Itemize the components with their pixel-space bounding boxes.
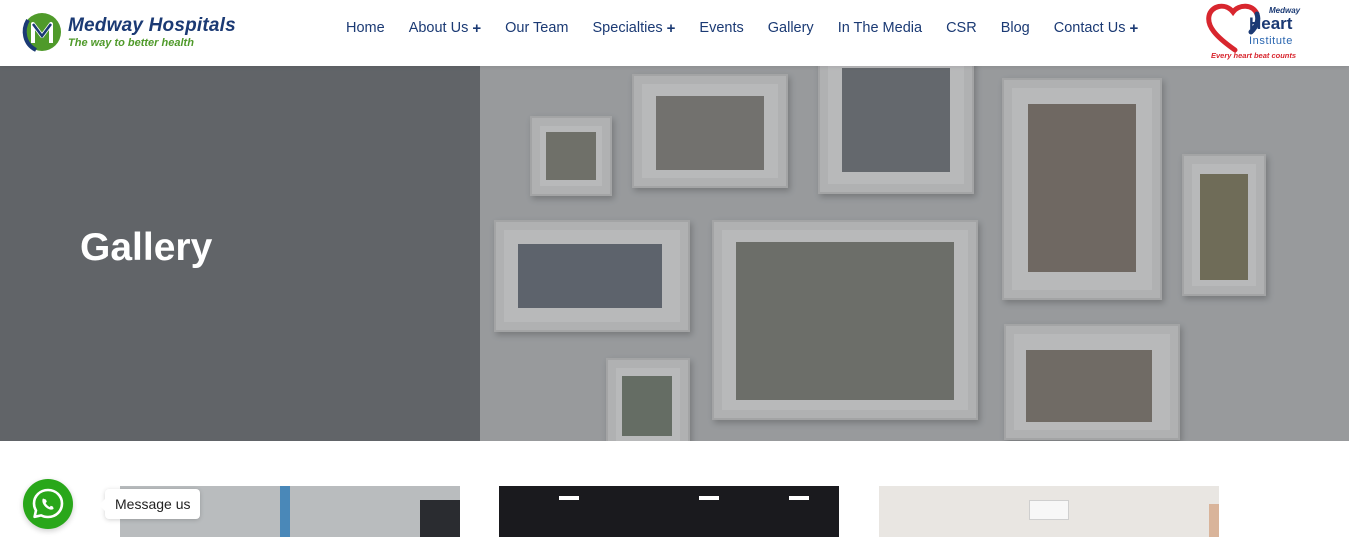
whatsapp-chat-button[interactable] bbox=[23, 479, 73, 529]
nav-our-team[interactable]: Our Team bbox=[505, 20, 568, 36]
thumbnail-pillar bbox=[280, 486, 290, 537]
nav-contact-us[interactable]: Contact Us + bbox=[1054, 20, 1139, 37]
heart-institute-logo[interactable]: Medway Heart Institute Every heart beat … bbox=[1205, 2, 1309, 62]
nav-gallery-label: Gallery bbox=[767, 20, 814, 36]
nav-csr[interactable]: CSR bbox=[946, 20, 977, 36]
gallery-hero-banner: Gallery bbox=[0, 66, 1349, 441]
nav-home-label: Home bbox=[346, 20, 385, 36]
plus-icon: + bbox=[1129, 19, 1139, 37]
brand-name: Medway Hospitals bbox=[68, 15, 236, 36]
gallery-thumbnail[interactable] bbox=[879, 486, 1219, 537]
plus-icon: + bbox=[666, 19, 676, 37]
brand-tagline: The way to better health bbox=[68, 37, 194, 49]
nav-in-the-media[interactable]: In The Media bbox=[838, 20, 922, 36]
thumbnail-speaker bbox=[420, 500, 460, 537]
nav-blog[interactable]: Blog bbox=[1001, 20, 1030, 36]
medway-hospitals-logo[interactable]: Medway Hospitals The way to better healt… bbox=[20, 10, 280, 54]
medway-logo-mark-icon bbox=[22, 13, 61, 52]
thumbnail-ac-vent bbox=[1029, 500, 1069, 520]
heart-institute-sub: Institute bbox=[1249, 35, 1293, 47]
nav-contact-us-label: Contact Us bbox=[1053, 20, 1126, 36]
page-title: Gallery bbox=[80, 226, 213, 269]
nav-home[interactable]: Home bbox=[346, 20, 385, 36]
nav-specialties[interactable]: Specialties + bbox=[593, 20, 676, 37]
gallery-thumbnail[interactable] bbox=[499, 486, 839, 537]
whatsapp-icon bbox=[32, 488, 64, 519]
nav-our-team-label: Our Team bbox=[505, 20, 569, 36]
nav-blog-label: Blog bbox=[1000, 20, 1030, 36]
thumbnail-ceiling-light bbox=[789, 496, 809, 500]
nav-specialties-label: Specialties bbox=[592, 20, 663, 36]
heart-institute-name: Heart bbox=[1249, 14, 1293, 33]
nav-about-us-label: About Us bbox=[408, 20, 469, 36]
thumbnail-ceiling-light bbox=[699, 496, 719, 500]
nav-events[interactable]: Events bbox=[699, 20, 743, 36]
nav-in-the-media-label: In The Media bbox=[837, 20, 923, 36]
thumbnail-ceiling-light bbox=[559, 496, 579, 500]
thumbnail-wall-panel bbox=[1209, 504, 1219, 537]
whatsapp-message-label[interactable]: Message us bbox=[98, 489, 201, 519]
site-header: Medway Hospitals The way to better healt… bbox=[0, 0, 1349, 66]
heart-institute-tagline: Every heart beat counts bbox=[1211, 51, 1297, 60]
plus-icon: + bbox=[472, 19, 482, 37]
main-navigation: Home About Us + Our Team Specialties + Eve… bbox=[346, 0, 1138, 56]
nav-gallery[interactable]: Gallery bbox=[768, 20, 814, 36]
nav-about-us[interactable]: About Us + bbox=[409, 20, 481, 37]
nav-events-label: Events bbox=[699, 20, 744, 36]
nav-csr-label: CSR bbox=[946, 20, 977, 36]
